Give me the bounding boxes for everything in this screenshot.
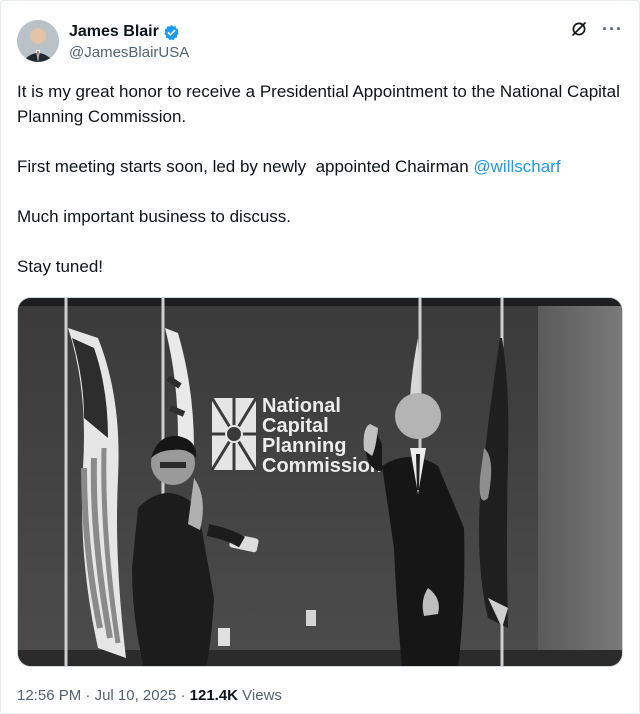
tweet-header: James Blair @JamesBlairUSA ··· [17,18,623,64]
display-name-row: James Blair [69,22,189,42]
photo-outlet [306,610,316,626]
tweet-date[interactable]: Jul 10, 2025 [95,687,177,704]
tweet-paragraph-1: It is my great honor to receive a Presid… [17,82,620,126]
tweet-paragraph-3: Much important business to discuss. [17,207,292,226]
author-handle[interactable]: @JamesBlairUSA [69,44,189,61]
photo-sign-logo [210,397,258,471]
sign-line-2: Capital [262,415,329,437]
verified-badge-icon [163,24,180,41]
author-display-name[interactable]: James Blair [69,23,159,41]
views-count[interactable]: 121.4K [190,687,238,704]
more-options-icon[interactable]: ··· [602,20,623,38]
sign-line-1: National [262,395,341,417]
avatar[interactable] [17,20,59,62]
views-label: Views [238,687,282,704]
sign-line-4: Commission [262,455,382,477]
tweet-paragraph-2: First meeting starts soon, led by newly … [17,154,625,179]
meta-separator-1: · [81,687,95,704]
mention-link[interactable]: @willscharf [473,157,560,176]
tweet-photo[interactable]: National Capital Planning Commission [17,297,623,667]
tweet-text: It is my great honor to receive a Presid… [17,79,625,279]
tweet-card: James Blair @JamesBlairUSA ··· It is my … [0,0,640,714]
tweet-paragraph-4: Stay tuned! [17,257,104,276]
header-actions: ··· [570,20,623,38]
tweet-time[interactable]: 12:56 PM [17,687,81,704]
tweet-paragraph-2-text: First meeting starts soon, led by newly … [17,157,474,176]
photo-side-wall [538,298,622,666]
tweet-meta: 12:56 PM · Jul 10, 2025 · 121.4K Views [17,687,282,704]
meta-separator-2: · [176,687,190,704]
grok-icon[interactable] [570,20,588,38]
author-names: James Blair @JamesBlairUSA [69,22,189,61]
sign-line-3: Planning [262,435,346,457]
